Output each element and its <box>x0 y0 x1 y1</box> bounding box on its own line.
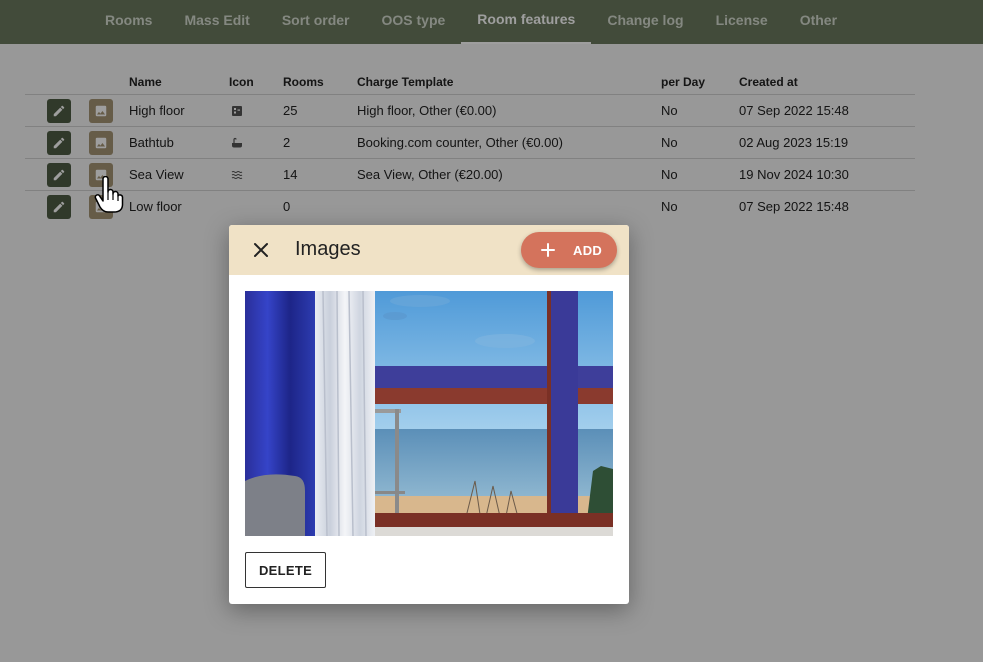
close-icon[interactable] <box>251 240 271 260</box>
plus-icon <box>541 243 555 257</box>
images-dialog: Images ADD DELETE <box>229 225 629 604</box>
delete-button-label: DELETE <box>258 562 313 578</box>
add-image-button[interactable]: ADD <box>521 232 617 268</box>
dialog-title: Images <box>295 238 361 260</box>
room-image <box>245 291 613 536</box>
dialog-header: Images ADD <box>229 225 629 275</box>
delete-image-button[interactable]: DELETE <box>245 552 326 588</box>
add-button-label: ADD <box>573 242 603 258</box>
